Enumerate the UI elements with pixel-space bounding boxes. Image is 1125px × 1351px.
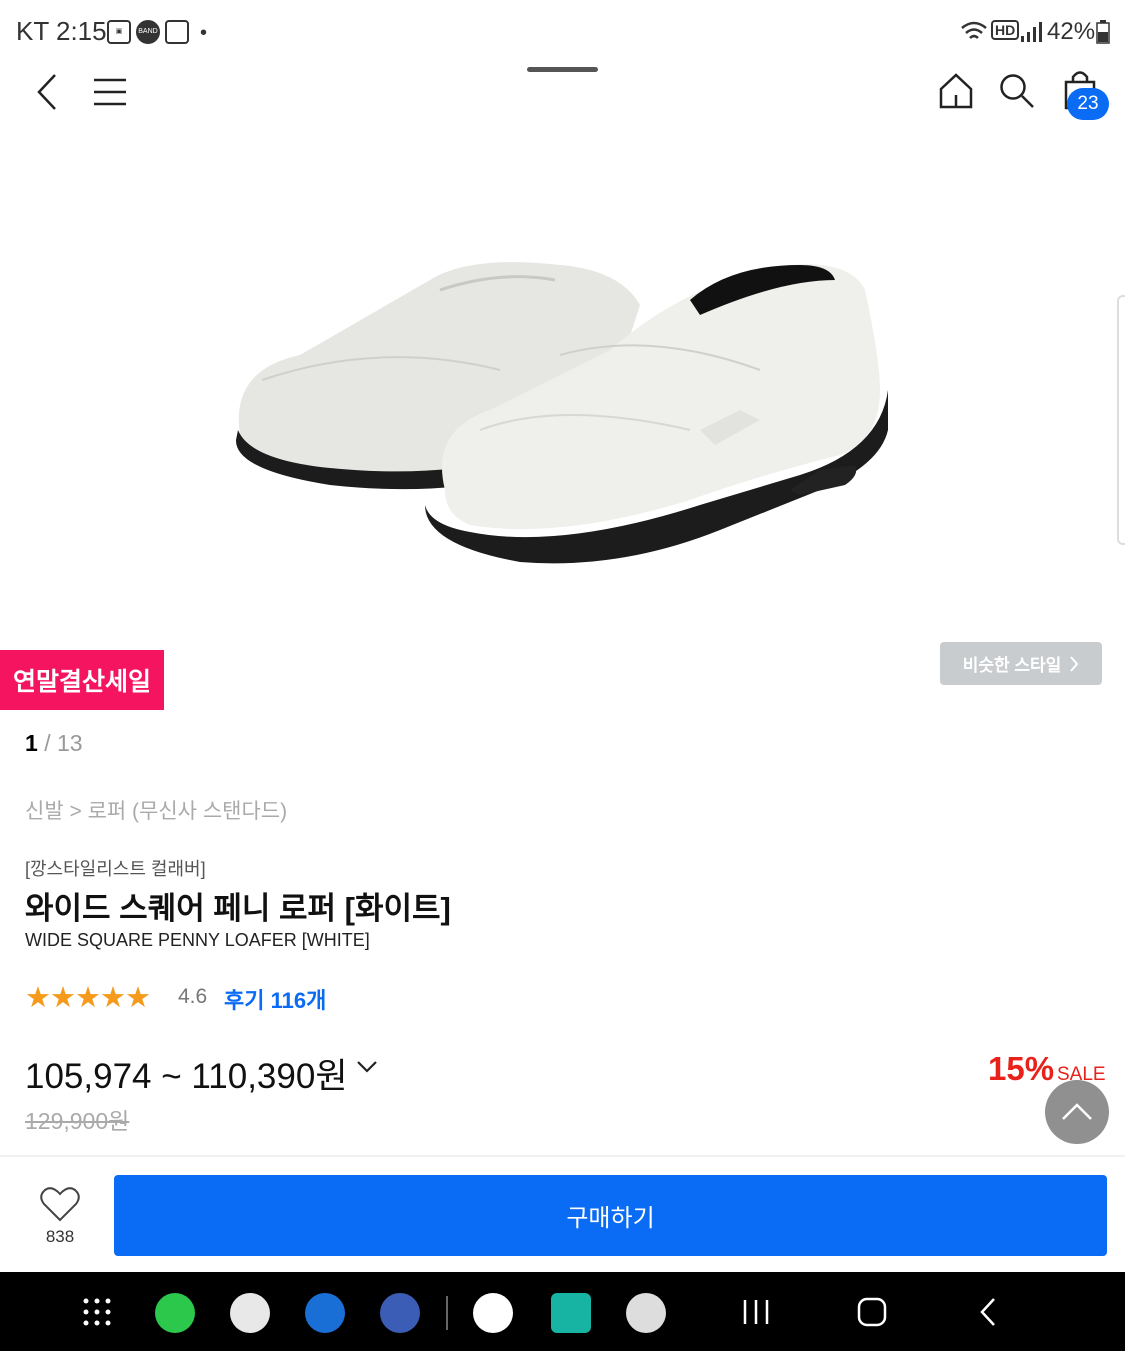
wa-app-icon[interactable] (551, 1293, 591, 1333)
home-nav-icon[interactable] (857, 1297, 887, 1327)
band-icon: BAND (136, 20, 160, 44)
review-link[interactable]: 후기 116개 (224, 983, 326, 1015)
star-rating: ★★★★★ (25, 982, 151, 1014)
price-dropdown-icon[interactable] (356, 1060, 378, 1074)
product-english-title: WIDE SQUARE PENNY LOAFER [WHITE] (25, 930, 370, 950)
browser-icon[interactable] (380, 1293, 420, 1333)
app-drawer-icon[interactable] (82, 1297, 112, 1327)
search-icon (1000, 74, 1034, 108)
rating-score: 4.6 (178, 985, 208, 1008)
divider (0, 1155, 1125, 1157)
recent-apps-icon[interactable] (742, 1298, 770, 1326)
home-icon (939, 73, 973, 109)
breadcrumb[interactable]: 신발 > 로퍼 (무신사 스탠다드) (25, 795, 287, 825)
chevron-up-icon (1062, 1103, 1092, 1120)
loafer-illustration (235, 262, 888, 564)
product-brand: [깡스타일리스트 컬래버] (25, 859, 206, 879)
original-price: 129,900원 (25, 1108, 130, 1134)
side-scroll-handle[interactable] (1117, 295, 1125, 545)
sale-event-badge: 연말결산세일 (0, 650, 164, 710)
back-nav-icon[interactable] (978, 1297, 998, 1327)
drag-handle[interactable] (527, 67, 598, 72)
system-nav-bar (0, 1272, 1125, 1351)
battery-icon (1096, 20, 1110, 44)
like-count: 838 (45, 1227, 75, 1246)
home-button[interactable] (933, 68, 979, 114)
image-counter-current: 1 (25, 730, 38, 756)
carrier-time: KT 2:15 (16, 16, 107, 46)
product-title: 와이드 스퀘어 페니 로퍼 [화이트] (25, 891, 451, 926)
chevron-left-icon (37, 74, 56, 110)
moon-app-icon[interactable] (230, 1293, 270, 1333)
buy-button[interactable]: 구매하기 (114, 1175, 1107, 1256)
image-counter: 1 / 13 (25, 730, 83, 757)
wifi-icon (961, 21, 987, 39)
similar-style-label: 비슷한 스타일 (962, 656, 1062, 675)
gallery-icon: ▣ (107, 20, 131, 44)
product-image[interactable] (0, 130, 1125, 630)
app-icon (165, 20, 189, 44)
similar-style-button[interactable]: 비슷한 스타일 (940, 642, 1102, 685)
price-range: 105,974 ~ 110,390원 (25, 1057, 348, 1096)
signal-icon (1021, 22, 1042, 42)
top-nav (0, 62, 1125, 132)
battery-percent: 42% (1047, 18, 1096, 45)
dock-separator (446, 1296, 448, 1330)
chevron-right-icon (1070, 655, 1079, 672)
status-bar: KT 2:15 ▣ BAND • HD 42% (0, 0, 1125, 62)
image-counter-total: / 13 (44, 730, 83, 756)
cart-count-badge: 23 (1067, 88, 1109, 120)
heart-icon[interactable] (40, 1186, 80, 1222)
hd-icon: HD (991, 20, 1020, 40)
search-button[interactable] (994, 68, 1040, 114)
hamburger-icon (94, 78, 126, 106)
discount-rate: 15% (988, 1050, 1055, 1087)
flower-app-icon[interactable] (626, 1293, 666, 1333)
back-button[interactable] (25, 70, 69, 114)
camera-app-icon[interactable] (305, 1293, 345, 1333)
scroll-to-top-button[interactable] (1045, 1080, 1109, 1144)
orange-app-icon[interactable] (473, 1293, 513, 1333)
notification-dot: • (200, 22, 208, 44)
menu-button[interactable] (88, 70, 132, 114)
whatsapp-icon[interactable] (155, 1293, 195, 1333)
